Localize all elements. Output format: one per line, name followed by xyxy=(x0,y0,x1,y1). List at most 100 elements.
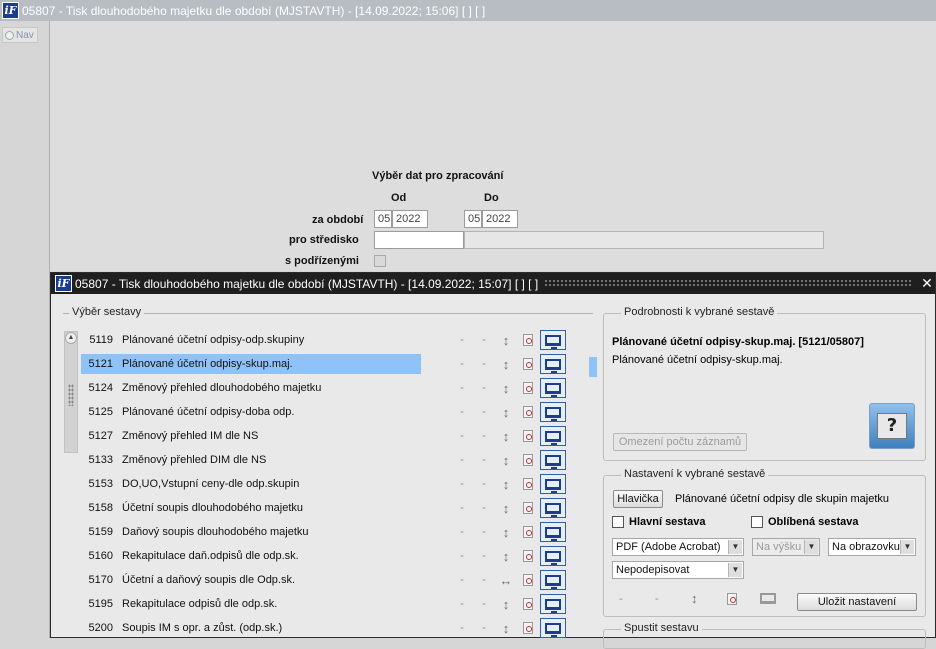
sort-arrow-icon[interactable]: ↕ xyxy=(495,405,517,420)
pdf-icon[interactable] xyxy=(517,478,539,490)
screen-output-button[interactable] xyxy=(539,354,567,374)
monitor-icon[interactable] xyxy=(760,593,776,604)
pdf-icon[interactable] xyxy=(517,382,539,394)
limit-records-button[interactable]: Omezení počtu záznamů xyxy=(613,433,747,451)
report-row[interactable]: 5159 Daňový soupis dlouhodobého majetku - -… xyxy=(81,522,601,542)
pdf-icon[interactable] xyxy=(517,598,539,610)
pdf-icon[interactable] xyxy=(517,526,539,538)
pdf-icon[interactable] xyxy=(517,622,539,634)
favorite-report-checkbox[interactable] xyxy=(751,516,763,528)
pdf-icon[interactable] xyxy=(517,550,539,562)
format-select[interactable]: PDF (Adobe Acrobat) ▼ xyxy=(612,538,744,556)
screen-output-button[interactable] xyxy=(539,498,567,518)
report-dash: - xyxy=(460,502,464,514)
inner-title-bar: iF 05807 - Tisk dlouhodobého majetku dle… xyxy=(51,273,935,294)
close-icon[interactable]: ✕ xyxy=(919,275,935,292)
signing-select[interactable]: Nepodepisovat ▼ xyxy=(612,561,744,579)
screen-output-button[interactable] xyxy=(539,426,567,446)
report-row[interactable]: 5153 DO,UO,Vstupní ceny-dle odp.skupin - - ↕ xyxy=(81,474,601,494)
report-dash: - xyxy=(482,622,486,634)
report-row[interactable]: 5170 Účetní a daňový soupis dle Odp.sk. - -… xyxy=(81,570,601,590)
monitor-icon xyxy=(545,502,561,517)
pdf-icon[interactable] xyxy=(517,334,539,346)
pdf-icon[interactable] xyxy=(517,502,539,514)
report-row[interactable]: 5160 Rekapitulace daň.odpisů dle odp.sk. -… xyxy=(81,546,601,566)
report-row[interactable]: 5119 Plánované účetní odpisy-odp.skupiny -… xyxy=(81,330,601,350)
screen-output-button[interactable] xyxy=(539,378,567,398)
from-month-field[interactable]: 05 xyxy=(374,210,392,228)
scroll-grip[interactable] xyxy=(68,384,74,406)
pdf-icon[interactable] xyxy=(517,574,539,586)
do-label: Do xyxy=(484,192,499,204)
sort-arrow-icon[interactable]: ↕ xyxy=(495,381,517,396)
report-code: 5158 xyxy=(88,502,113,514)
sort-arrow-icon[interactable]: ↕ xyxy=(495,501,517,516)
to-year-field[interactable]: 2022 xyxy=(482,210,518,228)
screen-output-button[interactable] xyxy=(539,522,567,542)
sub-checkbox[interactable] xyxy=(374,255,386,267)
outer-window-title: 05807 - Tisk dlouhodobého majetku dle ob… xyxy=(22,3,486,18)
report-row[interactable]: 5121 Plánované účetní odpisy-skup.maj. - - ↕ xyxy=(81,354,601,374)
sort-arrow-icon[interactable]: ↕ xyxy=(495,477,517,492)
report-window: iF 05807 - Tisk dlouhodobého majetku dle… xyxy=(50,272,936,649)
from-year-field[interactable]: 2022 xyxy=(392,210,428,228)
scroll-up-icon[interactable]: ▲ xyxy=(65,332,77,344)
settings-dash-2: - xyxy=(655,593,659,605)
pdf-icon[interactable] xyxy=(517,454,539,466)
save-settings-button[interactable]: Uložit nastavení xyxy=(797,593,917,611)
report-row[interactable]: 5125 Plánované účetní odpisy-doba odp. - - ↕ xyxy=(81,402,601,422)
to-month-field[interactable]: 05 xyxy=(464,210,482,228)
main-report-label: Hlavní sestava xyxy=(629,516,706,528)
inner-logo-icon: iF xyxy=(55,275,72,292)
sort-arrow-icon[interactable]: ↔ xyxy=(495,573,517,588)
screen-output-button[interactable] xyxy=(539,594,567,614)
report-code: 5133 xyxy=(88,454,113,466)
screen-output-button[interactable] xyxy=(539,402,567,422)
chevron-down-icon: ▼ xyxy=(728,563,742,577)
screen-output-button[interactable] xyxy=(539,546,567,566)
report-name: Plánované účetní odpisy-doba odp. xyxy=(122,406,295,418)
sort-arrow-icon[interactable]: ↕ xyxy=(495,597,517,612)
reports-scrollbar[interactable]: ▲ xyxy=(64,331,78,453)
report-row[interactable]: 5195 Rekapitulace odpisů dle odp.sk. - - ↕ xyxy=(81,594,601,614)
report-dash: - xyxy=(482,598,486,610)
main-report-checkbox[interactable] xyxy=(612,516,624,528)
pdf-icon[interactable] xyxy=(727,593,737,605)
report-name: Účetní a daňový soupis dle Odp.sk. xyxy=(122,574,296,586)
report-dash: - xyxy=(482,382,486,394)
report-name: DO,UO,Vstupní ceny-dle odp.skupin xyxy=(122,478,300,490)
center-code-field[interactable] xyxy=(374,231,464,249)
sort-arrow-icon[interactable]: ↕ xyxy=(495,549,517,564)
pdf-icon[interactable] xyxy=(517,430,539,442)
sort-arrow-icon[interactable]: ↕ xyxy=(495,525,517,540)
output-select[interactable]: Na obrazovku ▼ xyxy=(828,538,916,556)
screen-output-button[interactable] xyxy=(539,330,567,350)
report-row[interactable]: 5200 Soupis IM s opr. a zůst. (odp.sk.) - -… xyxy=(81,618,601,638)
report-dash: - xyxy=(482,478,486,490)
report-dash: - xyxy=(482,358,486,370)
report-row[interactable]: 5133 Změnový přehled DIM dle NS - - ↕ xyxy=(81,450,601,470)
header-button[interactable]: Hlavička xyxy=(613,490,663,508)
monitor-icon xyxy=(545,406,561,421)
report-row[interactable]: 5127 Změnový přehled IM dle NS - - ↕ xyxy=(81,426,601,446)
sort-arrow-icon[interactable]: ↕ xyxy=(495,357,517,372)
screen-output-button[interactable] xyxy=(539,570,567,590)
sort-arrow-icon[interactable]: ↕ xyxy=(691,591,698,606)
nav-button[interactable]: Nav xyxy=(2,27,38,43)
screen-output-button[interactable] xyxy=(539,450,567,470)
screen-output-button[interactable] xyxy=(539,474,567,494)
report-row[interactable]: 5158 Účetní soupis dlouhodobého majetku - -… xyxy=(81,498,601,518)
pdf-icon[interactable] xyxy=(517,406,539,418)
inner-window-title: 05807 - Tisk dlouhodobého majetku dle ob… xyxy=(75,276,539,291)
sort-arrow-icon[interactable]: ↕ xyxy=(495,621,517,636)
sort-arrow-icon[interactable]: ↕ xyxy=(495,333,517,348)
report-dash: - xyxy=(460,334,464,346)
report-row[interactable]: 5124 Změnový přehled dlouhodobého majetku… xyxy=(81,378,601,398)
pdf-icon[interactable] xyxy=(517,358,539,370)
sort-arrow-icon[interactable]: ↕ xyxy=(495,453,517,468)
monitor-icon xyxy=(545,358,561,373)
screen-output-button[interactable] xyxy=(539,618,567,638)
signing-select-value: Nepodepisovat xyxy=(616,564,690,576)
help-button[interactable]: ? xyxy=(869,403,915,449)
sort-arrow-icon[interactable]: ↕ xyxy=(495,429,517,444)
